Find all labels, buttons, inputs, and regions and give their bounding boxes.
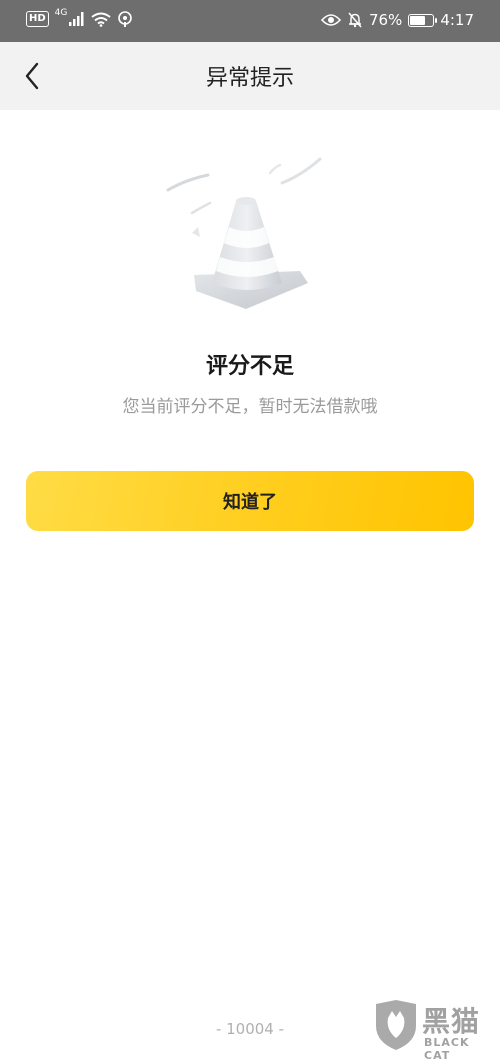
got-it-button[interactable]: 知道了 [26,471,474,531]
watermark-cn: 黑猫 [422,1005,481,1038]
hd-badge: HD [26,11,49,27]
black-cat-logo-icon [376,1000,416,1050]
mute-bell-icon [348,12,362,28]
status-left: HD 4G [26,8,133,27]
traffic-cone-icon [166,157,322,309]
error-description: 您当前评分不足，暂时无法借款哦 [122,397,378,417]
battery-fill [410,15,426,25]
network-type: 4G [54,8,68,18]
status-right: 76% 4:17 [320,11,474,29]
wifi-icon [91,12,111,27]
eye-icon [320,14,341,26]
page-title: 异常提示 [205,66,294,91]
battery-percent: 76% [368,11,403,29]
watermark: 黑猫 BLACK CAT [372,998,494,1062]
battery-icon [408,13,438,27]
status-bar: HD 4G 76% 4:17 [0,0,500,42]
watermark-en: BLACK CAT [424,1036,470,1062]
hotspot-icon [118,11,133,27]
nav-bar: 异常提示 [0,42,500,110]
error-title: 评分不足 [205,354,294,379]
clock: 4:17 [440,11,474,29]
signal-icon [69,12,84,26]
